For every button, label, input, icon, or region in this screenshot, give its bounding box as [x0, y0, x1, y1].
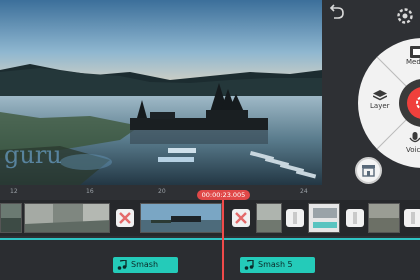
- media-icon: [409, 46, 420, 58]
- gear-icon[interactable]: [395, 6, 415, 26]
- transition-icon: [119, 212, 131, 224]
- transition-marker[interactable]: [404, 209, 420, 227]
- wheel-item-label: Layer: [370, 102, 390, 110]
- layer-icon: [372, 90, 387, 101]
- clip-thumbnail: [1, 204, 21, 232]
- audio-track: [0, 240, 420, 280]
- video-clip[interactable]: [140, 203, 222, 233]
- video-clip[interactable]: [24, 203, 110, 233]
- camera-icon: [416, 96, 420, 110]
- clip-thumbnail: [25, 204, 109, 232]
- wheel-item-voice[interactable]: Voice: [406, 132, 420, 154]
- transition-marker[interactable]: [286, 209, 304, 227]
- clip-thumbnail: [309, 204, 339, 232]
- store-icon: [362, 165, 375, 177]
- ruler-tick: 24: [300, 188, 308, 195]
- music-note-icon: [244, 260, 254, 270]
- back-arrow-icon[interactable]: [328, 4, 346, 22]
- audio-clip[interactable]: Smash: [113, 257, 178, 273]
- left-edge-handle[interactable]: [0, 0, 14, 185]
- transition-icon: [353, 212, 357, 224]
- ruler-tick: 20: [158, 188, 166, 195]
- transition-icon: [235, 212, 247, 224]
- video-editor-app: guru Media Layer: [0, 0, 420, 280]
- ruler-tick: 16: [86, 188, 94, 195]
- wheel-item-media[interactable]: Media: [406, 46, 420, 66]
- media-wheel: Media Layer Voice: [358, 38, 420, 168]
- wheel-item-label: Media: [406, 58, 420, 66]
- music-note-icon: [117, 260, 127, 270]
- video-clip[interactable]: [0, 203, 22, 233]
- video-clip[interactable]: [368, 203, 400, 233]
- transition-marker[interactable]: [116, 209, 134, 227]
- preview-frame: guru: [0, 0, 322, 185]
- playhead[interactable]: [222, 198, 224, 280]
- transition-marker[interactable]: [232, 209, 250, 227]
- clip-thumbnail: [369, 204, 399, 232]
- timecode-badge: 00:00:23.005: [197, 190, 250, 200]
- ruler-tick: 12: [10, 188, 18, 195]
- wheel-item-layer[interactable]: Layer: [370, 90, 390, 110]
- audio-clip-label: Smash: [131, 260, 159, 269]
- transition-marker[interactable]: [346, 209, 364, 227]
- asset-store-button[interactable]: [355, 157, 382, 184]
- video-clip[interactable]: [308, 203, 340, 233]
- video-clip[interactable]: [256, 203, 282, 233]
- video-preview[interactable]: guru: [0, 0, 322, 185]
- audio-clip-label: Smash 5: [258, 260, 293, 269]
- clip-thumbnail: [141, 204, 221, 232]
- transition-icon: [293, 212, 297, 224]
- microphone-icon: [409, 132, 420, 143]
- wheel-item-label: Voice: [406, 146, 420, 154]
- transition-icon: [411, 212, 415, 224]
- audio-clip[interactable]: Smash 5: [240, 257, 315, 273]
- clip-thumbnail: [257, 204, 281, 232]
